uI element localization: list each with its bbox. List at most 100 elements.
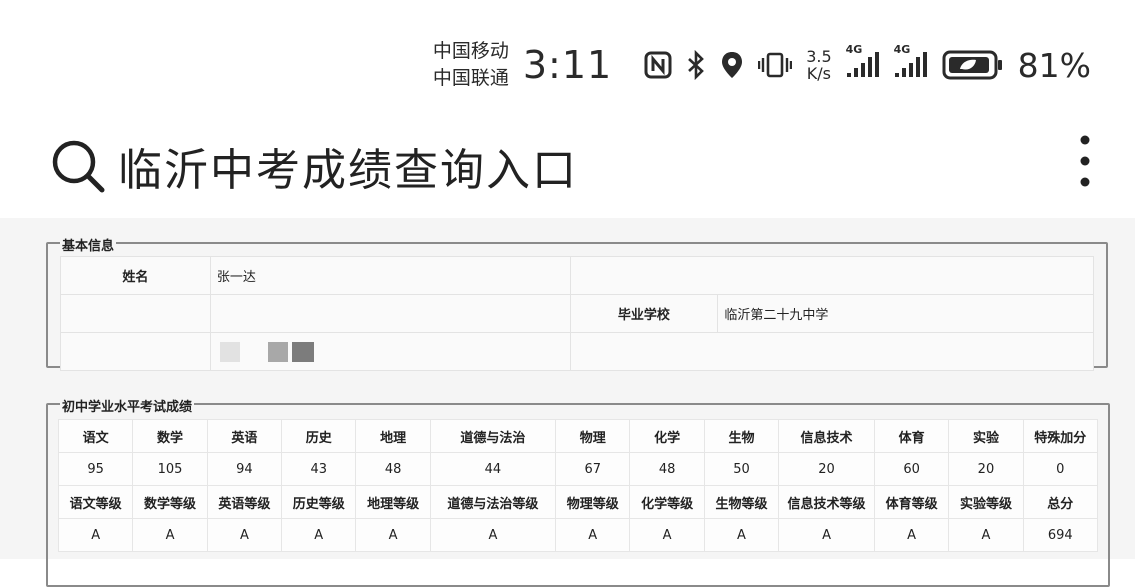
grade-label-cell: 历史等级 — [281, 485, 357, 519]
grade-label-cell: 数学等级 — [132, 485, 208, 519]
subject-cell: 地理 — [355, 419, 431, 453]
battery-percent: 81% — [1017, 45, 1091, 85]
grade-cell: A — [206, 518, 283, 552]
basic-info-legend: 基本信息 — [60, 235, 117, 254]
grade-row: A A A A A A A A A A A A 694 — [57, 518, 1099, 552]
search-icon[interactable] — [50, 138, 106, 198]
signal-icon: 4G — [894, 43, 928, 79]
subject-cell: 语文 — [57, 419, 134, 453]
signal-2-label: 4G — [893, 43, 911, 56]
carrier-2: 中国联通 — [432, 67, 509, 89]
score-cell: 0 — [1022, 452, 1099, 486]
score-cell: 60 — [873, 452, 950, 486]
total-score-cell: 694 — [1022, 518, 1099, 552]
score-cell: 48 — [355, 452, 431, 486]
grade-cell: A — [281, 518, 357, 552]
search-header: 临沂中考成绩查询入口 — [0, 128, 1135, 198]
search-query-text[interactable]: 临沂中考成绩查询入口 — [118, 134, 578, 198]
score-cell: 67 — [555, 452, 631, 486]
redaction-block — [219, 341, 240, 362]
blurred-cell — [569, 332, 1094, 371]
clock: 3:11 — [522, 43, 613, 87]
basic-info-section: 基本信息 姓名 张一达 毕业学校 临沂第二十九中学 — [46, 235, 1108, 371]
redaction-block — [292, 341, 315, 362]
network-speed: 3.5 K/s — [806, 48, 831, 82]
school-value: 临沂第二十九中学 — [717, 294, 1094, 333]
grade-cell: A — [873, 518, 950, 552]
grade-label-cell: 英语等级 — [206, 485, 283, 519]
grade-cell: A — [703, 518, 780, 552]
location-icon — [720, 50, 744, 80]
vibrate-icon — [758, 51, 793, 79]
blurred-cell — [60, 294, 211, 333]
table-row — [60, 332, 1094, 371]
signal-1-label: 4G — [845, 43, 863, 56]
subject-cell: 物理 — [555, 419, 631, 453]
carrier-1: 中国移动 — [432, 40, 509, 62]
subject-cell: 化学 — [629, 419, 705, 453]
score-cell: 20 — [948, 452, 1024, 486]
grade-cell: A — [57, 518, 134, 552]
redacted-cell — [209, 332, 571, 371]
score-cell: 20 — [778, 452, 875, 486]
grade-label-cell: 体育等级 — [873, 485, 950, 519]
grade-label-cell: 信息技术等级 — [778, 485, 875, 519]
signal-icon: 4G — [846, 43, 880, 79]
score-cell: 50 — [703, 452, 780, 486]
score-cell: 43 — [281, 452, 357, 486]
bluetooth-icon — [686, 50, 706, 80]
blurred-cell — [209, 294, 571, 333]
grade-cell: A — [132, 518, 208, 552]
grade-label-cell: 生物等级 — [703, 485, 780, 519]
grade-cell: A — [355, 518, 431, 552]
scores-table: 语文 数学 英语 历史 地理 道德与法治 物理 化学 生物 信息技术 体育 实验… — [57, 419, 1099, 552]
name-value: 张一达 — [209, 256, 571, 295]
status-bar: 中国移动 中国联通 3:11 3.5 K/s 4G 4G 81% — [433, 30, 1091, 100]
grade-label-cell: 物理等级 — [555, 485, 631, 519]
blurred-cell — [569, 256, 1094, 295]
grade-label-cell: 地理等级 — [355, 485, 431, 519]
blurred-cell — [60, 332, 211, 371]
table-row: 毕业学校 临沂第二十九中学 — [60, 294, 1094, 333]
grade-label-cell: 总分 — [1022, 485, 1099, 519]
subject-cell: 英语 — [206, 419, 283, 453]
subject-cell: 历史 — [281, 419, 357, 453]
name-label: 姓名 — [60, 256, 211, 295]
grade-cell: A — [629, 518, 705, 552]
score-cell: 95 — [57, 452, 134, 486]
score-cell: 44 — [429, 452, 557, 486]
table-row: 姓名 张一达 — [60, 256, 1094, 295]
school-label: 毕业学校 — [569, 294, 719, 333]
subject-cell: 道德与法治 — [429, 419, 557, 453]
subject-cell: 信息技术 — [778, 419, 875, 453]
battery-icon — [942, 49, 1004, 81]
grade-cell: A — [778, 518, 875, 552]
exam-scores-legend: 初中学业水平考试成绩 — [60, 396, 195, 415]
basic-info-table: 姓名 张一达 毕业学校 临沂第二十九中学 — [60, 256, 1094, 371]
score-cell: 94 — [206, 452, 283, 486]
grade-label-cell: 道德与法治等级 — [429, 485, 557, 519]
grade-label-cell: 语文等级 — [57, 485, 134, 519]
exam-scores-section: 初中学业水平考试成绩 语文 数学 英语 历史 地理 道德与法治 物理 化学 生物… — [46, 396, 1110, 587]
grade-label-cell: 实验等级 — [948, 485, 1024, 519]
grade-cell: A — [429, 518, 557, 552]
carrier-names: 中国移动 中国联通 — [433, 38, 509, 92]
score-cell: 105 — [132, 452, 208, 486]
grade-cell: A — [555, 518, 631, 552]
speed-unit: K/s — [806, 64, 832, 83]
subject-row: 语文 数学 英语 历史 地理 道德与法治 物理 化学 生物 信息技术 体育 实验… — [57, 419, 1099, 453]
score-cell: 48 — [629, 452, 705, 486]
subject-cell: 体育 — [873, 419, 950, 453]
grade-label-row: 语文等级 数学等级 英语等级 历史等级 地理等级 道德与法治等级 物理等级 化学… — [57, 485, 1099, 519]
subject-cell: 数学 — [132, 419, 208, 453]
redaction-block — [267, 341, 288, 362]
subject-cell: 实验 — [948, 419, 1024, 453]
score-row: 95 105 94 43 48 44 67 48 50 20 60 20 0 — [57, 452, 1099, 486]
grade-label-cell: 化学等级 — [629, 485, 705, 519]
speed-value: 3.5 — [806, 47, 832, 66]
grade-cell: A — [948, 518, 1024, 552]
more-vert-icon[interactable] — [1079, 134, 1091, 188]
result-panel: 基本信息 姓名 张一达 毕业学校 临沂第二十九中学 初中学业水平考试成绩 语文 … — [0, 218, 1135, 587]
subject-cell: 特殊加分 — [1022, 419, 1099, 453]
subject-cell: 生物 — [703, 419, 780, 453]
